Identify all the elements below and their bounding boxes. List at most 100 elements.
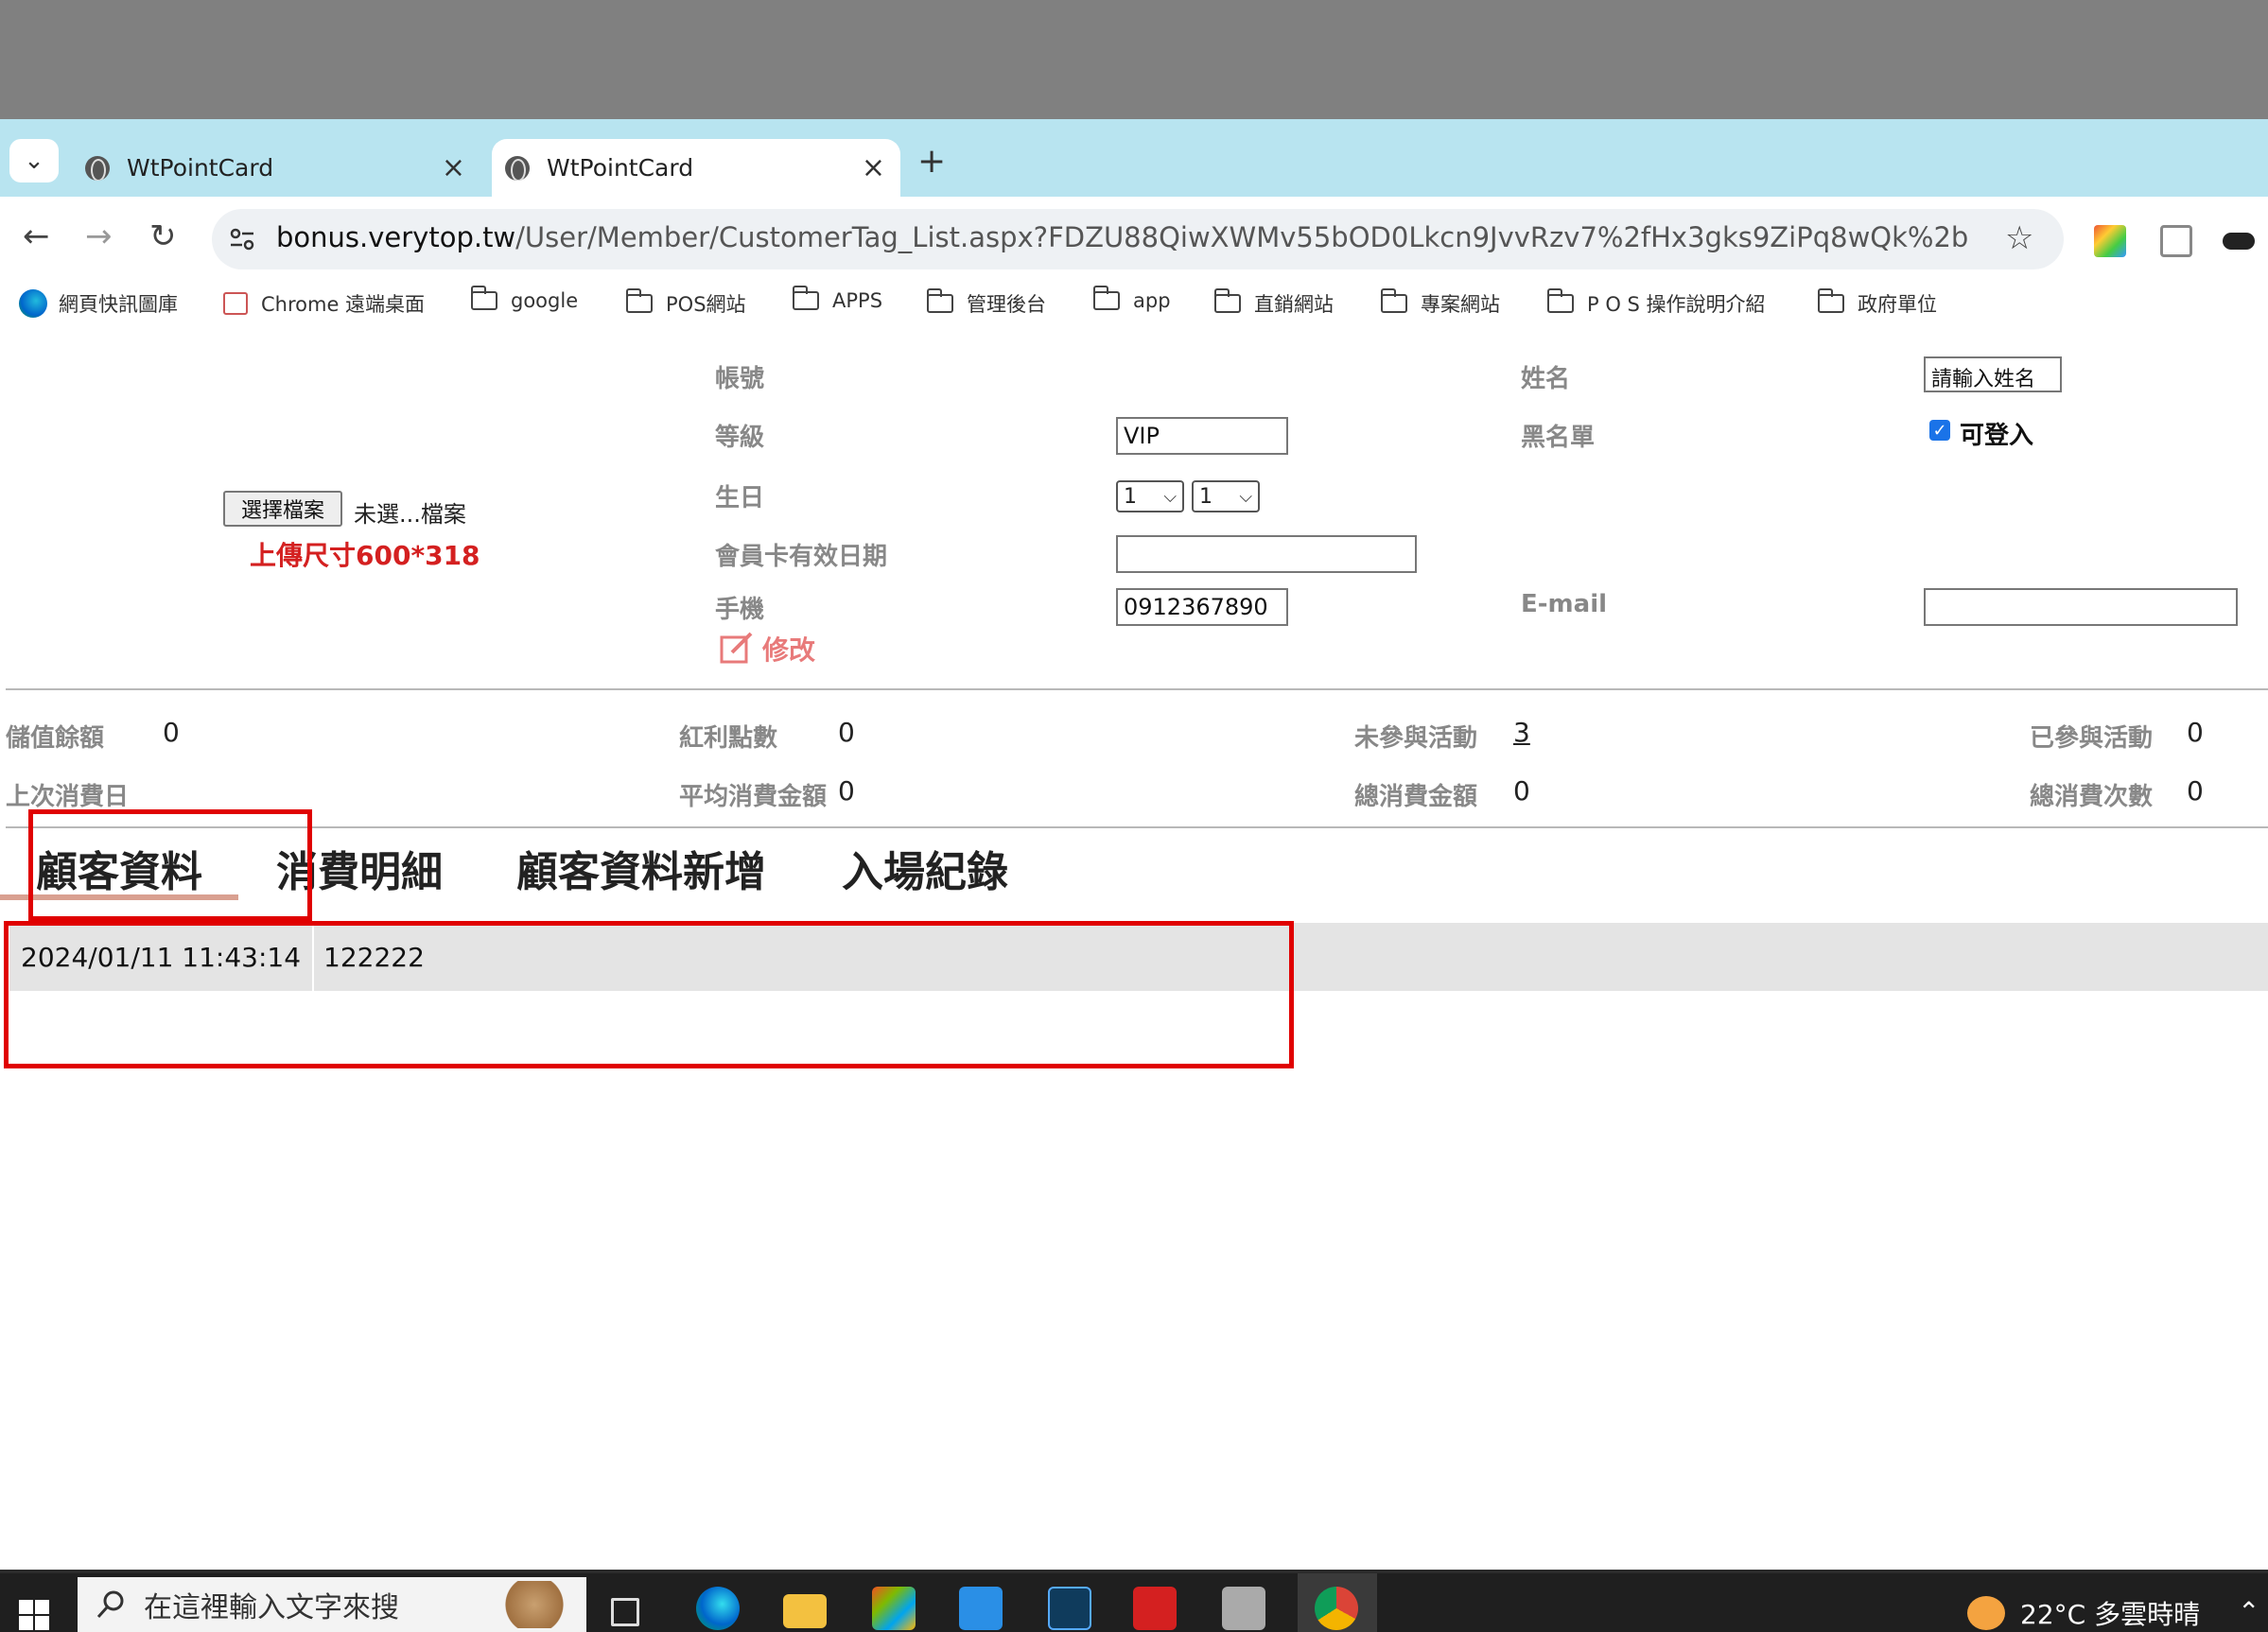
level-label: 等級 [715, 424, 765, 452]
printer-app-icon[interactable] [1222, 1587, 1265, 1630]
bookmark-label: 管理後台 [967, 293, 1046, 316]
total-spend-value: 0 [1513, 775, 1530, 807]
taskbar-border [0, 1570, 2268, 1573]
email-input[interactable] [1924, 588, 2238, 626]
tab-search-button[interactable]: ⌄ [9, 139, 59, 182]
folder-icon [471, 286, 497, 310]
url-host: bonus.verytop.tw [276, 221, 516, 253]
color-extension-icon[interactable] [2094, 225, 2126, 257]
edit-icon [720, 632, 753, 664]
photos-icon[interactable] [959, 1587, 1003, 1630]
bookmark-folder[interactable]: APPS [793, 286, 882, 312]
weather-text: 22°C 多雲時晴 [2020, 1599, 2201, 1630]
bookmark-folder[interactable]: app [1093, 286, 1171, 312]
bookmark-folder[interactable]: google [471, 286, 579, 312]
name-input[interactable]: 請輸入姓名 [1924, 356, 2062, 392]
upload-size-hint: 上傳尺寸600*318 [250, 540, 480, 571]
bookmark-label: Chrome 遠端桌面 [261, 293, 426, 316]
task-view-icon[interactable] [611, 1598, 639, 1626]
name-label: 姓名 [1521, 365, 1571, 393]
browser-tab-1[interactable]: WtPointCard × [72, 139, 480, 197]
birth-day-select[interactable]: 1 ⌵ [1192, 480, 1260, 512]
folder-icon [626, 288, 653, 313]
total-spend-label: 總消費金額 [1354, 783, 1478, 811]
tab-add-customer-info[interactable]: 顧客資料新增 [516, 838, 766, 898]
desktop-background [0, 0, 2268, 119]
close-icon[interactable]: × [442, 151, 465, 184]
can-login-label: 可登入 [1960, 422, 2034, 450]
search-icon [96, 1590, 124, 1619]
folder-icon [793, 286, 819, 310]
last-purchase-label: 上次消費日 [6, 783, 130, 811]
bookmark-folder[interactable]: 直銷網站 [1214, 288, 1334, 318]
card-expiry-input[interactable] [1116, 535, 1417, 573]
bookmark-folder[interactable]: 專案網站 [1381, 288, 1500, 318]
mobile-input[interactable]: 0912367890 [1116, 588, 1288, 626]
bookmark-item[interactable]: 網頁快訊圖庫 [19, 289, 178, 318]
cat-illustration-icon [501, 1581, 567, 1628]
bookmark-label: google [511, 289, 579, 312]
chrome-taskbar-icon[interactable] [1315, 1587, 1358, 1630]
not-joined-link[interactable]: 3 [1513, 717, 1530, 748]
bookmark-star-icon[interactable]: ☆ [2005, 219, 2033, 257]
forward-button[interactable]: → [85, 217, 113, 255]
back-button[interactable]: ← [23, 217, 50, 255]
browser-tab-2[interactable]: WtPointCard × [492, 139, 900, 197]
pos-app-icon[interactable] [1133, 1587, 1177, 1630]
bookmark-label: 直銷網站 [1254, 293, 1334, 316]
folder-icon [1381, 288, 1407, 313]
joined-label: 已參與活動 [2030, 724, 2154, 753]
incognito-icon[interactable] [2223, 233, 2255, 250]
avg-spend-label: 平均消費金額 [679, 783, 828, 811]
edge-icon [19, 289, 47, 318]
store-icon[interactable] [872, 1587, 916, 1630]
new-tab-button[interactable]: + [917, 142, 946, 181]
tab-entry-records[interactable]: 入場紀錄 [842, 838, 1008, 898]
taskbar-search[interactable]: 在這裡輸入文字來搜 [78, 1577, 586, 1632]
edit-label: 修改 [762, 634, 816, 666]
remote-app-icon[interactable] [1048, 1587, 1091, 1630]
mobile-label: 手機 [715, 596, 765, 624]
birthday-label: 生日 [715, 484, 765, 512]
windows-start-icon[interactable] [17, 1598, 51, 1632]
url-text[interactable]: bonus.verytop.tw/User/Member/CustomerTag… [276, 221, 1969, 253]
site-settings-icon[interactable] [229, 227, 255, 252]
weather-widget[interactable]: 22°C 多雲時晴 [1967, 1594, 2200, 1632]
bookmark-folder[interactable]: P O S 操作說明介紹 [1547, 288, 1766, 318]
not-joined-label: 未參與活動 [1354, 724, 1478, 753]
bookmark-folder[interactable]: 政府單位 [1818, 288, 1937, 318]
tab-title: WtPointCard [547, 154, 694, 182]
file-explorer-icon[interactable] [783, 1594, 827, 1628]
reload-button[interactable]: ↻ [149, 217, 177, 255]
account-label: 帳號 [715, 365, 765, 393]
folder-icon [1093, 286, 1120, 310]
chevron-down-icon: ⌄ [24, 147, 44, 175]
tab-title: WtPointCard [127, 154, 274, 182]
total-count-value: 0 [2187, 775, 2204, 807]
bookmark-label: 網頁快訊圖庫 [59, 293, 178, 316]
edit-button[interactable]: 修改 [719, 630, 815, 668]
email-label: E-mail [1521, 590, 1608, 618]
stored-value-label: 儲值餘額 [6, 724, 105, 753]
bookmark-label: P O S 操作說明介紹 [1587, 293, 1766, 316]
chevron-down-icon: ⌵ [1163, 486, 1177, 507]
bookmark-folder[interactable]: 管理後台 [927, 288, 1046, 318]
bookmark-folder[interactable]: POS網站 [626, 288, 746, 318]
cast-extension-icon[interactable] [2160, 225, 2192, 257]
folder-icon [1818, 288, 1844, 313]
card-expiry-label: 會員卡有效日期 [715, 543, 888, 571]
can-login-checkbox[interactable]: ✓ [1929, 420, 1950, 441]
folder-icon [1547, 288, 1574, 313]
birth-month-select[interactable]: 1 ⌵ [1116, 480, 1184, 512]
close-icon[interactable]: × [862, 151, 885, 184]
chevron-up-icon[interactable]: ⌃ [2238, 1596, 2259, 1627]
remote-desktop-icon [223, 292, 248, 315]
bookmark-item[interactable]: Chrome 遠端桌面 [223, 289, 425, 318]
level-input[interactable]: VIP [1116, 417, 1288, 455]
weather-icon [1967, 1596, 2005, 1630]
edge-taskbar-icon[interactable] [696, 1587, 740, 1630]
highlight-box [4, 921, 1294, 1068]
bonus-points-value: 0 [838, 717, 855, 748]
bonus-points-label: 紅利點數 [679, 724, 778, 753]
choose-file-button[interactable]: 選擇檔案 [223, 491, 342, 527]
